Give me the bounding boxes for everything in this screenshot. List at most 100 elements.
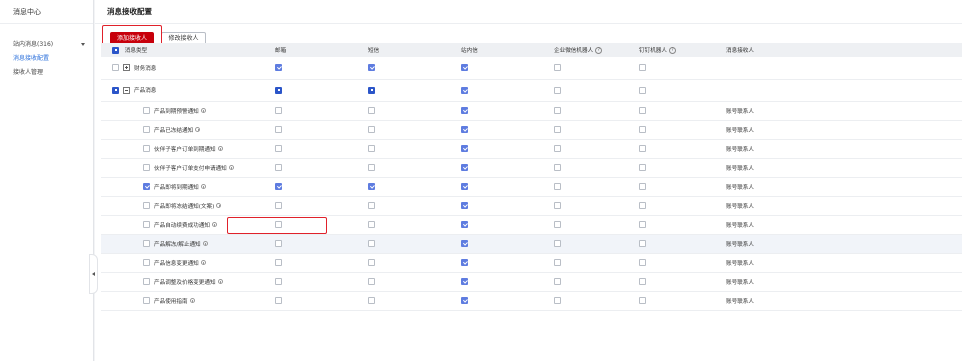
inbox-checkbox[interactable] bbox=[461, 297, 468, 304]
row-checkbox[interactable] bbox=[143, 259, 150, 266]
email-checkbox[interactable] bbox=[275, 221, 282, 228]
wecom-checkbox[interactable] bbox=[554, 202, 561, 209]
dingtalk-checkbox[interactable] bbox=[639, 107, 646, 114]
sms-checkbox[interactable] bbox=[368, 240, 375, 247]
inbox-checkbox[interactable] bbox=[461, 126, 468, 133]
expand-icon[interactable] bbox=[123, 64, 130, 72]
dingtalk-checkbox[interactable] bbox=[639, 297, 646, 304]
sms-checkbox[interactable] bbox=[368, 259, 375, 266]
sms-checkbox[interactable] bbox=[368, 221, 375, 228]
dingtalk-checkbox[interactable] bbox=[639, 145, 646, 152]
email-checkbox[interactable] bbox=[275, 145, 282, 152]
email-checkbox[interactable] bbox=[275, 86, 282, 94]
info-icon[interactable] bbox=[189, 298, 195, 303]
email-checkbox[interactable] bbox=[275, 297, 282, 304]
info-icon[interactable] bbox=[200, 184, 206, 189]
email-checkbox[interactable] bbox=[275, 202, 282, 209]
wecom-checkbox[interactable] bbox=[554, 240, 561, 247]
sms-checkbox[interactable] bbox=[368, 202, 375, 209]
inbox-checkbox[interactable] bbox=[461, 240, 468, 247]
sms-checkbox[interactable] bbox=[368, 64, 375, 72]
row-checkbox[interactable] bbox=[143, 183, 150, 190]
dingtalk-checkbox[interactable] bbox=[639, 240, 646, 247]
help-icon[interactable]: ? bbox=[595, 47, 603, 54]
wecom-checkbox[interactable] bbox=[554, 278, 561, 285]
row-checkbox[interactable] bbox=[143, 297, 150, 304]
inbox-checkbox[interactable] bbox=[461, 278, 468, 285]
wecom-checkbox[interactable] bbox=[554, 221, 561, 228]
info-icon[interactable] bbox=[202, 241, 208, 246]
wecom-checkbox[interactable] bbox=[554, 107, 561, 114]
group-checkbox[interactable] bbox=[112, 64, 119, 72]
dingtalk-checkbox[interactable] bbox=[639, 221, 646, 228]
wecom-checkbox[interactable] bbox=[554, 126, 561, 133]
inbox-checkbox[interactable] bbox=[461, 107, 468, 114]
info-icon[interactable] bbox=[217, 279, 223, 284]
select-all-checkbox[interactable] bbox=[112, 46, 119, 54]
row-checkbox[interactable] bbox=[143, 145, 150, 152]
inbox-checkbox[interactable] bbox=[461, 64, 468, 72]
info-icon[interactable] bbox=[217, 146, 223, 151]
dingtalk-checkbox[interactable] bbox=[639, 86, 646, 94]
sms-checkbox[interactable] bbox=[368, 183, 375, 190]
sidebar-collapse-handle[interactable] bbox=[89, 254, 98, 294]
info-icon[interactable] bbox=[211, 222, 217, 227]
help-icon[interactable]: ? bbox=[668, 47, 676, 54]
collapse-icon[interactable] bbox=[123, 86, 130, 94]
group-checkbox[interactable] bbox=[112, 86, 119, 94]
row-checkbox[interactable] bbox=[143, 240, 150, 247]
info-icon[interactable] bbox=[200, 260, 206, 265]
column-header: 消息接收人 bbox=[726, 48, 754, 54]
wecom-checkbox[interactable] bbox=[554, 164, 561, 171]
email-checkbox[interactable] bbox=[275, 64, 282, 72]
wecom-checkbox[interactable] bbox=[554, 145, 561, 152]
dingtalk-checkbox[interactable] bbox=[639, 259, 646, 266]
info-icon[interactable] bbox=[195, 127, 201, 132]
wecom-checkbox[interactable] bbox=[554, 64, 561, 72]
inbox-checkbox[interactable] bbox=[461, 202, 468, 209]
sms-checkbox[interactable] bbox=[368, 297, 375, 304]
row-checkbox[interactable] bbox=[143, 221, 150, 228]
wecom-checkbox[interactable] bbox=[554, 297, 561, 304]
row-checkbox[interactable] bbox=[143, 107, 150, 114]
sms-checkbox[interactable] bbox=[368, 86, 375, 94]
sms-checkbox[interactable] bbox=[368, 107, 375, 114]
inbox-checkbox[interactable] bbox=[461, 259, 468, 266]
row-checkbox[interactable] bbox=[143, 126, 150, 133]
inbox-checkbox[interactable] bbox=[461, 86, 468, 94]
email-checkbox[interactable] bbox=[275, 278, 282, 285]
email-checkbox[interactable] bbox=[275, 107, 282, 114]
sms-checkbox[interactable] bbox=[368, 126, 375, 133]
email-checkbox[interactable] bbox=[275, 259, 282, 266]
row-checkbox[interactable] bbox=[143, 202, 150, 209]
row-checkbox[interactable] bbox=[143, 164, 150, 171]
dingtalk-checkbox[interactable] bbox=[639, 64, 646, 72]
dingtalk-checkbox[interactable] bbox=[639, 278, 646, 285]
inbox-checkbox[interactable] bbox=[461, 183, 468, 190]
sidebar-item-recipient-management[interactable]: 接收人管理 bbox=[0, 66, 93, 80]
sidebar-item-receive-config[interactable]: 消息接收配置 bbox=[0, 52, 93, 66]
wecom-checkbox[interactable] bbox=[554, 86, 561, 94]
email-checkbox[interactable] bbox=[275, 240, 282, 247]
email-checkbox[interactable] bbox=[275, 183, 282, 190]
sms-checkbox[interactable] bbox=[368, 278, 375, 285]
dingtalk-checkbox[interactable] bbox=[639, 202, 646, 209]
info-icon[interactable] bbox=[216, 203, 222, 208]
inbox-checkbox[interactable] bbox=[461, 164, 468, 171]
inbox-checkbox[interactable] bbox=[461, 221, 468, 228]
dingtalk-checkbox[interactable] bbox=[639, 126, 646, 133]
wecom-checkbox[interactable] bbox=[554, 183, 561, 190]
email-checkbox[interactable] bbox=[275, 126, 282, 133]
message-config-table: 消息类型 邮箱 短信 站内信 企业微信机器人? 钉钉机器人? 消息接收人 操作 … bbox=[101, 43, 962, 311]
dingtalk-checkbox[interactable] bbox=[639, 183, 646, 190]
row-checkbox[interactable] bbox=[143, 278, 150, 285]
dingtalk-checkbox[interactable] bbox=[639, 164, 646, 171]
info-icon[interactable] bbox=[228, 165, 234, 170]
wecom-checkbox[interactable] bbox=[554, 259, 561, 266]
sms-checkbox[interactable] bbox=[368, 164, 375, 171]
info-icon[interactable] bbox=[200, 108, 206, 113]
sidebar-item-inbox-messages[interactable]: 站内消息(316) bbox=[0, 38, 93, 52]
inbox-checkbox[interactable] bbox=[461, 145, 468, 152]
email-checkbox[interactable] bbox=[275, 164, 282, 171]
sms-checkbox[interactable] bbox=[368, 145, 375, 152]
